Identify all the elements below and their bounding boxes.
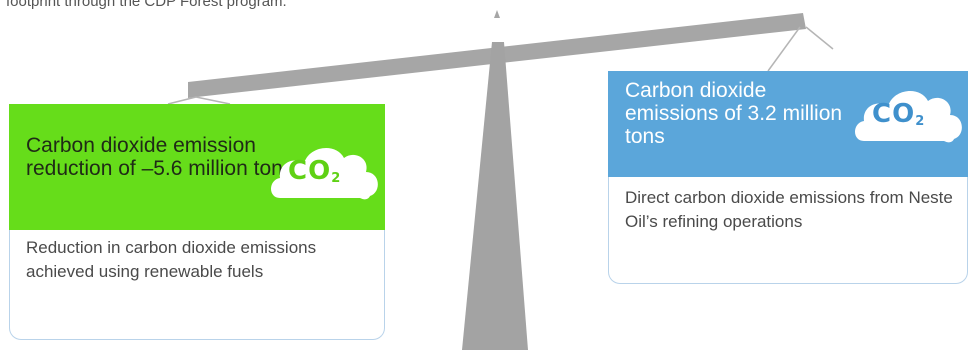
left-panel-description: Reduction in carbon dioxide emissions ac…: [26, 238, 317, 281]
co2-subscript: 2: [915, 114, 926, 129]
left-panel-body: Reduction in carbon dioxide emissions ac…: [9, 230, 385, 340]
right-panel-description: Direct carbon dioxide emissions from Nes…: [625, 188, 953, 231]
co2-subscript: 2: [331, 171, 342, 186]
right-panel-header: Carbon dioxide emissions of 3.2 million …: [608, 71, 968, 177]
right-panel-body: Direct carbon dioxide emissions from Nes…: [608, 177, 968, 284]
co2-label: CO: [288, 156, 332, 186]
scale-post: [462, 42, 528, 350]
right-hanger-line: [805, 26, 834, 50]
left-hanger-line: [167, 96, 197, 105]
right-hanger-line: [767, 26, 801, 72]
right-panel-title: Carbon dioxide emissions of 3.2 million …: [625, 79, 843, 148]
left-panel-title: Carbon dioxide emission reduction of –5.…: [26, 134, 294, 180]
right-panel: Carbon dioxide emissions of 3.2 million …: [608, 71, 968, 284]
left-panel-header: Carbon dioxide emission reduction of –5.…: [9, 104, 385, 230]
co2-cloud-icon: CO2: [266, 140, 384, 213]
co2-label: CO: [872, 99, 916, 129]
scale-pivot: [494, 10, 500, 18]
co2-cloud-icon: CO2: [850, 83, 968, 156]
left-panel: Carbon dioxide emission reduction of –5.…: [9, 104, 385, 340]
left-hanger-line: [195, 96, 231, 105]
